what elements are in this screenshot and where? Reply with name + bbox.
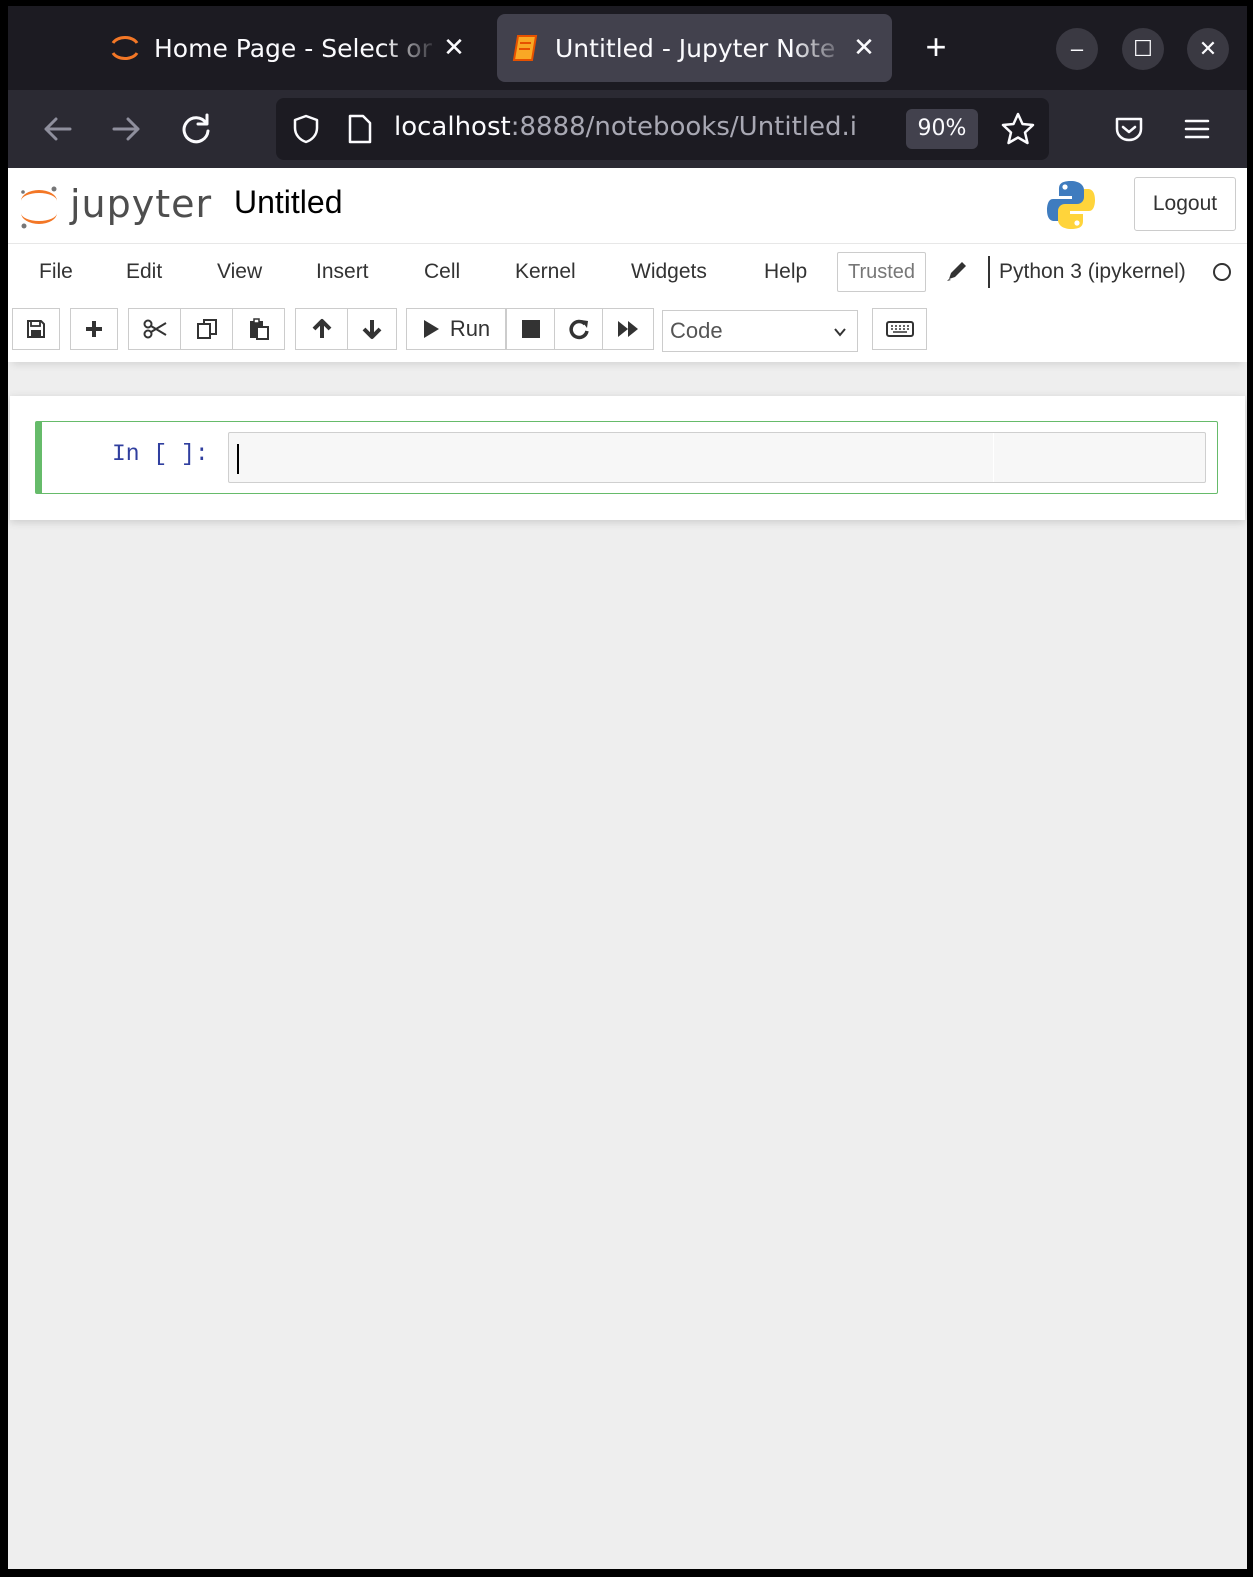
plus-icon [86, 321, 102, 337]
restart-icon [568, 319, 589, 340]
copy-cells-button[interactable] [180, 308, 233, 350]
cell-prompt: In [ ]: [112, 441, 209, 467]
hamburger-menu-icon[interactable] [1177, 109, 1217, 149]
jupyter-favicon-icon [111, 36, 139, 60]
forward-arrow-icon[interactable] [106, 109, 146, 149]
python-logo [1047, 181, 1095, 229]
zoom-level-button[interactable]: 90% [906, 109, 978, 149]
jupyter-logo-icon [21, 186, 57, 229]
cut-cells-button[interactable] [128, 308, 181, 350]
menubar: File Edit View Insert Cell Kernel Widget… [8, 244, 1247, 302]
menu-edit[interactable]: Edit [126, 260, 162, 284]
notebook-favicon-icon [512, 35, 538, 61]
tab-strip: Home Page - Select or c ✕ Untitled - Jup… [8, 6, 1247, 90]
play-icon [423, 320, 439, 338]
url-host: localhost [394, 112, 511, 142]
restart-kernel-button[interactable] [554, 308, 603, 350]
shield-icon[interactable] [290, 113, 322, 145]
save-button[interactable] [12, 308, 60, 350]
save-icon [27, 320, 45, 338]
tab-home-page[interactable]: Home Page - Select or c ✕ [96, 14, 482, 82]
notebook-toolbar: Run Code [8, 302, 1247, 362]
minimize-button[interactable]: – [1056, 28, 1098, 70]
url-text[interactable]: localhost:8888/notebooks/Untitled.i [394, 112, 894, 142]
browser-window: Home Page - Select or c ✕ Untitled - Jup… [8, 6, 1247, 1569]
tab-untitled-notebook[interactable]: Untitled - Jupyter Note ✕ [497, 14, 892, 82]
keyboard-icon [885, 321, 914, 337]
close-tab-icon[interactable]: ✕ [440, 33, 468, 63]
stop-icon [521, 320, 540, 338]
kernel-divider [988, 256, 990, 288]
trusted-badge[interactable]: Trusted [837, 252, 926, 292]
logout-button[interactable]: Logout [1134, 177, 1236, 231]
code-cell[interactable]: In [ ]: [35, 421, 1218, 494]
run-label: Run [449, 316, 491, 341]
move-up-button[interactable] [295, 308, 348, 350]
jupyter-logo[interactable]: jupyter [18, 176, 214, 234]
interrupt-kernel-button[interactable] [506, 308, 555, 350]
menu-view[interactable]: View [217, 260, 262, 284]
back-arrow-icon[interactable] [38, 109, 78, 149]
url-bar[interactable]: localhost:8888/notebooks/Untitled.i 90% [276, 98, 1049, 160]
chevron-down-icon [834, 328, 846, 337]
pencil-icon[interactable] [944, 258, 970, 284]
cell-type-value: Code [670, 318, 723, 343]
menu-help[interactable]: Help [764, 260, 807, 284]
arrow-up-icon [312, 319, 331, 338]
notebook-container: In [ ]: [10, 396, 1245, 520]
arrow-down-icon [362, 320, 382, 339]
run-button[interactable]: Run [406, 308, 506, 350]
restart-run-all-button[interactable] [602, 308, 654, 350]
page-icon[interactable] [346, 113, 374, 145]
fast-forward-icon [618, 321, 638, 337]
tab-title: Home Page - Select or c [154, 33, 440, 63]
menu-cell[interactable]: Cell [424, 260, 460, 284]
insert-cell-button[interactable] [70, 308, 118, 350]
close-window-button[interactable]: ✕ [1187, 28, 1229, 70]
menu-insert[interactable]: Insert [316, 260, 369, 284]
notebook-title[interactable]: Untitled [234, 184, 343, 221]
kernel-name[interactable]: Python 3 (ipykernel) [999, 260, 1186, 284]
maximize-button[interactable]: ☐ [1122, 28, 1164, 70]
copy-icon [196, 319, 217, 339]
tab-title: Untitled - Jupyter Note [555, 33, 836, 63]
new-tab-button[interactable]: + [916, 26, 956, 70]
menu-file[interactable]: File [39, 260, 73, 284]
reload-icon[interactable] [176, 109, 216, 149]
move-down-button[interactable] [347, 308, 397, 350]
url-path: :8888/notebooks/Untitled.i [510, 112, 857, 142]
pocket-icon[interactable] [1109, 109, 1149, 149]
cell-input-editor[interactable] [228, 432, 1206, 483]
jupyter-logo-text: jupyter [70, 182, 213, 226]
menu-kernel[interactable]: Kernel [515, 260, 576, 284]
bookmark-star-icon[interactable] [1000, 111, 1036, 147]
navigation-bar: localhost:8888/notebooks/Untitled.i 90% [8, 90, 1247, 168]
paste-icon [249, 318, 269, 340]
jupyter-header: jupyter Untitled Logout [8, 168, 1247, 244]
scissors-icon [143, 319, 167, 339]
cell-type-select[interactable]: Code [662, 310, 858, 352]
close-tab-icon[interactable]: ✕ [850, 33, 878, 63]
command-palette-button[interactable] [872, 308, 927, 350]
editor-ruler [993, 433, 994, 482]
menu-widgets[interactable]: Widgets [631, 260, 707, 284]
kernel-idle-icon [1213, 263, 1231, 281]
text-cursor [237, 444, 239, 474]
paste-cells-button[interactable] [232, 308, 285, 350]
